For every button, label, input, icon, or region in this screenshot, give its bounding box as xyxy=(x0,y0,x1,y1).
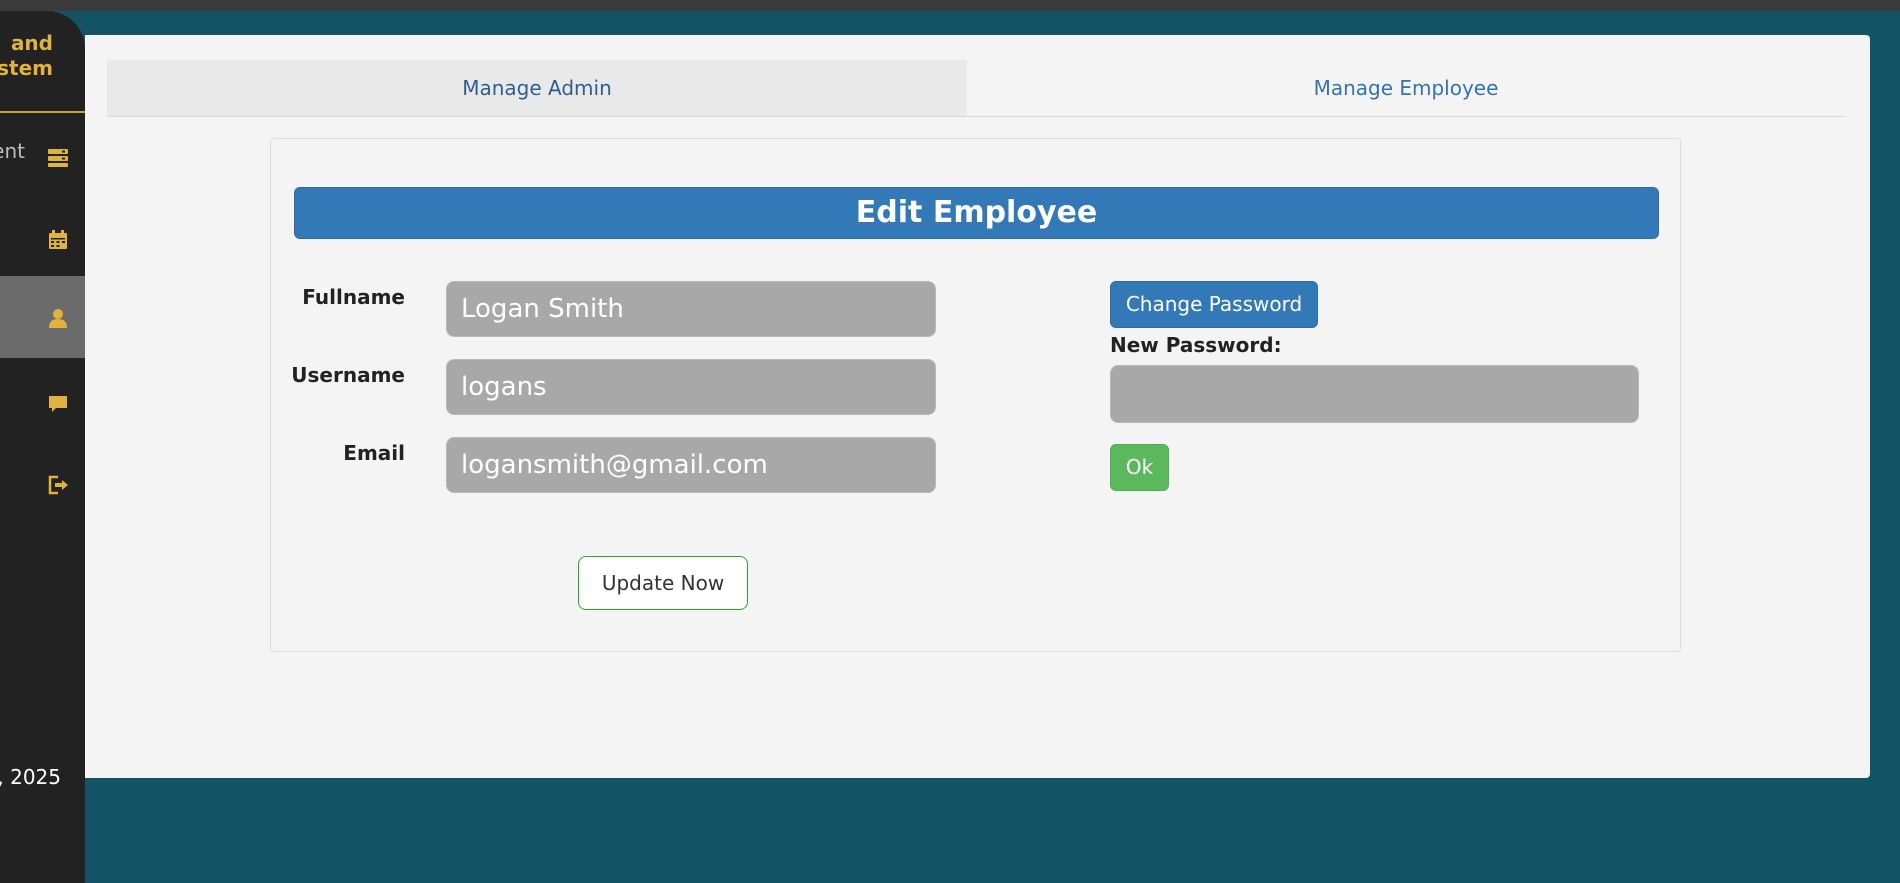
new-password-label: New Password: xyxy=(1110,333,1282,357)
tab-bar: Manage Admin Manage Employee xyxy=(107,60,1845,117)
fullname-label: Fullname xyxy=(302,285,405,309)
edit-employee-card: Edit Employee Fullname Username Email Up… xyxy=(270,138,1681,652)
sidebar-item-calendar[interactable] xyxy=(0,198,85,280)
sidebar-item-messages[interactable] xyxy=(0,362,85,444)
brand-title: and ystem xyxy=(0,31,85,81)
comment-icon xyxy=(49,396,67,412)
update-now-button[interactable]: Update Now xyxy=(578,556,748,610)
email-label: Email xyxy=(343,441,405,465)
sidebar: and ystem ent xyxy=(0,11,85,883)
brand-title-line1: and xyxy=(10,31,53,55)
sidebar-item-logout[interactable] xyxy=(0,443,85,525)
main-panel: Manage Admin Manage Employee Edit Employ… xyxy=(85,35,1870,778)
email-field[interactable] xyxy=(446,437,936,493)
sidebar-item-label: ent xyxy=(0,139,25,163)
browser-top-bar xyxy=(0,0,1900,11)
fullname-field[interactable] xyxy=(446,281,936,337)
server-icon xyxy=(48,149,68,167)
brand-divider xyxy=(0,111,85,113)
user-icon xyxy=(49,309,67,328)
sidebar-date: , 2025 xyxy=(0,765,61,789)
edit-employee-title: Edit Employee xyxy=(294,187,1659,239)
tab-manage-employee[interactable]: Manage Employee xyxy=(967,60,1845,116)
sidebar-item-management[interactable]: ent xyxy=(0,116,85,198)
username-label: Username xyxy=(291,363,405,387)
username-field[interactable] xyxy=(446,359,936,415)
tab-manage-admin[interactable]: Manage Admin xyxy=(107,60,967,116)
logout-icon xyxy=(48,475,68,495)
change-password-button[interactable]: Change Password xyxy=(1110,281,1318,328)
new-password-field[interactable] xyxy=(1110,365,1639,423)
sidebar-item-employee[interactable] xyxy=(0,276,85,358)
calendar-icon xyxy=(49,230,67,249)
brand-title-line2: ystem xyxy=(0,56,53,80)
ok-button[interactable]: Ok xyxy=(1110,444,1169,491)
